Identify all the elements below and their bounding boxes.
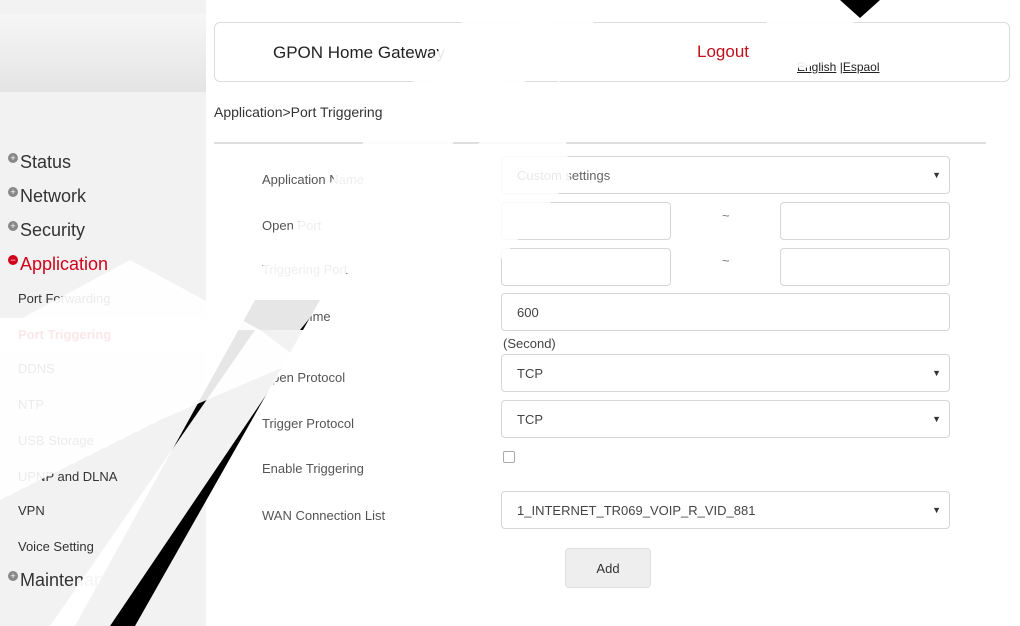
- open-port-end-input[interactable]: [780, 202, 950, 240]
- enable-triggering-checkbox[interactable]: [503, 451, 515, 463]
- nav-status[interactable]: + Status: [8, 152, 71, 173]
- trigger-protocol-value: TCP: [517, 411, 543, 427]
- triggering-port-separator: ~: [722, 253, 730, 268]
- trigger-protocol-label: Trigger Protocol: [262, 416, 354, 431]
- open-protocol-value: TCP: [517, 365, 543, 381]
- sidebar-item-port-forwarding[interactable]: Port Forwarding: [0, 282, 206, 316]
- expire-time-input[interactable]: 600: [501, 293, 950, 331]
- application-name-label: Application Name: [262, 172, 364, 187]
- enable-triggering-label: Enable Triggering: [262, 461, 364, 476]
- logout-link[interactable]: Logout: [697, 42, 749, 62]
- open-protocol-select[interactable]: TCP ▼: [501, 354, 950, 392]
- caret-down-icon: ▼: [932, 414, 941, 424]
- header: GPON Home Gateway Logout English |Espaol: [214, 22, 1010, 82]
- sidebar-item-ddns[interactable]: DDNS: [0, 352, 206, 386]
- application-name-select[interactable]: Custom settings ▼: [501, 156, 950, 194]
- sidebar-item-ntp[interactable]: NTP: [0, 388, 206, 422]
- app-title: GPON Home Gateway: [273, 43, 445, 62]
- expire-time-label: Expire Time: [262, 309, 331, 324]
- breadcrumb: Application>Port Triggering: [214, 104, 383, 120]
- lang-espanol-link[interactable]: Espaol: [843, 60, 880, 74]
- nav-security-label: Security: [20, 220, 86, 240]
- minus-circle-icon: −: [8, 254, 18, 265]
- nav-application-label: Application: [20, 254, 109, 274]
- caret-down-icon: ▼: [932, 170, 941, 180]
- nav-maintenance[interactable]: + Maintenance: [8, 570, 123, 591]
- wan-connection-value: 1_INTERNET_TR069_VOIP_R_VID_881: [517, 502, 756, 518]
- nav-application[interactable]: − Application: [8, 254, 108, 275]
- plus-circle-icon: +: [8, 570, 18, 581]
- triggering-port-start-input[interactable]: [501, 248, 671, 286]
- logo-band: [0, 14, 206, 92]
- sidebar: + Status + Network + Security − Applicat…: [0, 0, 206, 626]
- open-port-label: Open Port: [262, 218, 322, 233]
- open-port-separator: ~: [722, 208, 730, 223]
- nav-network-label: Network: [20, 186, 87, 206]
- sidebar-item-vpn[interactable]: VPN: [0, 494, 206, 528]
- plus-circle-icon: +: [8, 220, 18, 231]
- triggering-port-end-input[interactable]: [780, 248, 950, 286]
- expire-time-value: 600: [517, 304, 539, 320]
- plus-circle-icon: +: [8, 152, 18, 163]
- caret-down-icon: ▼: [932, 368, 941, 378]
- sidebar-item-usb-storage[interactable]: USB Storage: [0, 424, 206, 458]
- open-protocol-label: Open Protocol: [262, 370, 346, 385]
- lang-english-link[interactable]: English: [797, 60, 836, 74]
- expire-time-unit: (Second): [503, 336, 556, 351]
- nav-security[interactable]: + Security: [8, 220, 85, 241]
- divider: [214, 142, 986, 144]
- sidebar-item-upnp-dlna[interactable]: UPNP and DLNA: [0, 460, 206, 494]
- wan-connection-select[interactable]: 1_INTERNET_TR069_VOIP_R_VID_881 ▼: [501, 491, 950, 529]
- open-port-start-input[interactable]: [501, 202, 671, 240]
- plus-circle-icon: +: [8, 186, 18, 197]
- wan-connection-label: WAN Connection List: [262, 508, 386, 523]
- language-switcher: English |Espaol: [797, 60, 880, 74]
- add-button[interactable]: Add: [565, 548, 651, 588]
- application-name-value: Custom settings: [517, 167, 611, 183]
- nav-maintenance-label: Maintenance: [20, 570, 124, 590]
- caret-down-icon: ▼: [932, 505, 941, 515]
- trigger-protocol-select[interactable]: TCP ▼: [501, 400, 950, 438]
- triggering-port-label: Triggering Port: [262, 262, 348, 277]
- nav-status-label: Status: [20, 152, 72, 172]
- sidebar-item-port-triggering[interactable]: Port Triggering: [0, 318, 206, 352]
- nav-network[interactable]: + Network: [8, 186, 86, 207]
- sidebar-item-voice-setting[interactable]: Voice Setting: [0, 530, 206, 564]
